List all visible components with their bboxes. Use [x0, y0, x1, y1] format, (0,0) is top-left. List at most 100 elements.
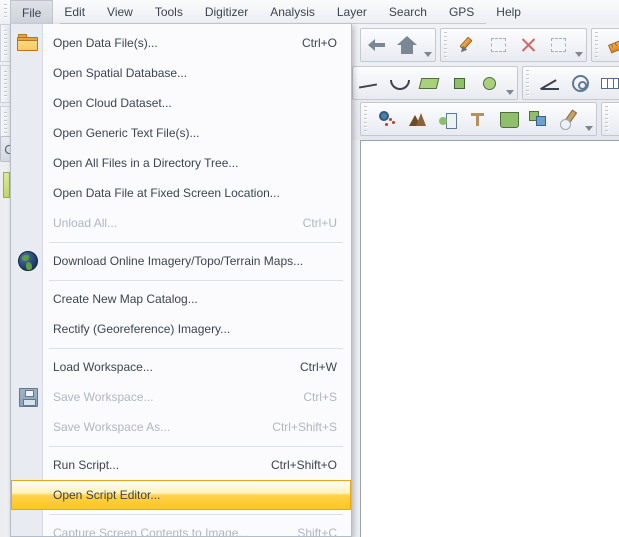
- menu-item-open-generic-text-file-s[interactable]: Open Generic Text File(s)...: [11, 118, 351, 148]
- toolbar-row-2: [352, 66, 619, 100]
- draw-circle-icon[interactable]: [474, 68, 504, 98]
- menu-item-label: Open Data File at Fixed Screen Location.…: [53, 186, 280, 200]
- menu-item-run-script[interactable]: Run Script... Ctrl+Shift+O: [11, 450, 351, 480]
- draw-curve-icon[interactable]: [384, 68, 414, 98]
- menu-item-save-workspace-as: Save Workspace As... Ctrl+Shift+S: [11, 412, 351, 442]
- globe-icon: [17, 250, 39, 272]
- folder-open-icon: [17, 32, 39, 54]
- toolbar-grip[interactable]: [605, 106, 612, 132]
- draw-polygon-icon[interactable]: [414, 68, 444, 98]
- menu-item-label: Load Workspace...: [53, 360, 153, 374]
- menu-item-rectify-georeference-imagery[interactable]: Rectify (Georeference) Imagery...: [11, 314, 351, 344]
- menu-item-save-workspace: Save Workspace... Ctrl+S: [11, 382, 351, 412]
- menu-item-label: Open Cloud Dataset...: [53, 96, 172, 110]
- menu-item-shortcut: Ctrl+Shift+S: [272, 420, 337, 434]
- menu-digitizer[interactable]: Digitizer: [194, 0, 259, 24]
- menu-item-label: Open Data File(s)...: [53, 36, 158, 50]
- toolbar-row-1: [360, 28, 619, 62]
- pencil-edit-icon[interactable]: [453, 30, 483, 60]
- menu-item-open-cloud-dataset[interactable]: Open Cloud Dataset...: [11, 88, 351, 118]
- building-icon[interactable]: [433, 104, 463, 134]
- menu-separator: [11, 276, 351, 284]
- menu-item-label: Unload All...: [53, 216, 118, 230]
- floppy-disk-icon: [17, 386, 39, 408]
- application-window: C File Edit View Tools Digitizer Analysi…: [0, 0, 619, 537]
- toolbar-group-playback: [601, 102, 619, 136]
- menu-item-open-data-file-at-fixed-screen-location[interactable]: Open Data File at Fixed Screen Location.…: [11, 178, 351, 208]
- play-marker-icon[interactable]: [614, 104, 619, 134]
- toolbar-overflow-chevron-icon[interactable]: [583, 104, 595, 134]
- menu-item-open-script-editor[interactable]: Open Script Editor...: [11, 480, 351, 510]
- menu-analysis[interactable]: Analysis: [259, 0, 326, 24]
- toolbar-group-edit: [440, 28, 587, 62]
- toolbar-overflow-chevron-icon[interactable]: [573, 30, 585, 60]
- menu-search[interactable]: Search: [378, 0, 438, 24]
- menu-item-capture-screen-contents-to-image: Capture Screen Contents to Image... Shift…: [11, 518, 351, 537]
- back-arrow-icon[interactable]: [362, 30, 392, 60]
- menu-item-download-online-imagery-topo-terrain-maps[interactable]: Download Online Imagery/Topo/Terrain Map…: [11, 246, 351, 276]
- file-menu-dropdown: Open Data File(s)... Ctrl+O Open Spatial D…: [10, 24, 352, 537]
- menu-edit[interactable]: Edit: [53, 0, 96, 24]
- terrain-icon[interactable]: [403, 104, 433, 134]
- menu-bar: File Edit View Tools Digitizer Analysis Layer S…: [0, 0, 619, 24]
- toolbar-group-navigation: [360, 28, 436, 62]
- toolbar-group-measure: [591, 28, 619, 62]
- menu-item-label: Capture Screen Contents to Image...: [53, 526, 249, 537]
- water-icon[interactable]: [493, 104, 523, 134]
- measure-ruler-icon[interactable]: [604, 30, 619, 60]
- menu-separator: [11, 442, 351, 450]
- menu-item-label: Run Script...: [53, 458, 120, 472]
- toolbar-group-geometry: [522, 66, 619, 100]
- crop-region-icon[interactable]: [543, 30, 573, 60]
- toolbar-grip[interactable]: [444, 32, 451, 58]
- menu-gps[interactable]: GPS: [438, 0, 485, 24]
- menu-file[interactable]: File: [10, 0, 54, 24]
- menu-item-shortcut: Ctrl+U: [302, 216, 337, 230]
- menu-tools[interactable]: Tools: [144, 0, 194, 24]
- menu-item-open-data-file-s[interactable]: Open Data File(s)... Ctrl+O: [11, 28, 351, 58]
- draw-line-icon[interactable]: [354, 68, 384, 98]
- toolbar-grip[interactable]: [526, 70, 533, 96]
- menu-item-label: Save Workspace As...: [53, 420, 171, 434]
- delete-x-icon[interactable]: [513, 30, 543, 60]
- map-canvas[interactable]: [360, 140, 619, 537]
- menu-item-shortcut: Ctrl+O: [301, 36, 337, 50]
- utility-icon[interactable]: [463, 104, 493, 134]
- draw-target-icon[interactable]: [565, 68, 595, 98]
- draw-rectangle-icon[interactable]: [444, 68, 474, 98]
- menu-item-label: Open Script Editor...: [53, 488, 161, 502]
- point-features-icon[interactable]: [373, 104, 403, 134]
- menu-bar-grip[interactable]: [0, 0, 10, 24]
- toolbar-overflow-chevron-icon[interactable]: [504, 68, 516, 98]
- paint-bucket-icon[interactable]: [553, 104, 583, 134]
- toolbar-row-3: [360, 102, 619, 136]
- menu-item-open-spatial-database[interactable]: Open Spatial Database...: [11, 58, 351, 88]
- menu-item-shortcut: Shift+C: [297, 526, 337, 537]
- menu-item-label: Open Generic Text File(s)...: [53, 126, 200, 140]
- menu-item-open-all-files-in-a-directory-tree[interactable]: Open All Files in a Directory Tree...: [11, 148, 351, 178]
- menu-item-create-new-map-catalog[interactable]: Create New Map Catalog...: [11, 284, 351, 314]
- menu-item-label: Download Online Imagery/Topo/Terrain Map…: [53, 254, 304, 268]
- lasso-select-icon[interactable]: [483, 30, 513, 60]
- menu-item-shortcut: Ctrl+W: [300, 360, 337, 374]
- menu-item-label: Save Workspace...: [53, 390, 154, 404]
- draw-grid-icon[interactable]: [595, 68, 619, 98]
- home-icon[interactable]: [392, 30, 422, 60]
- menu-item-label: Open Spatial Database...: [53, 66, 188, 80]
- menu-help[interactable]: Help: [485, 0, 532, 24]
- menu-separator: [11, 344, 351, 352]
- menu-view[interactable]: View: [96, 0, 144, 24]
- toolbar-grip[interactable]: [595, 32, 602, 58]
- menu-layer[interactable]: Layer: [326, 0, 378, 24]
- puzzle-icon[interactable]: [523, 104, 553, 134]
- measure-angle-icon[interactable]: [535, 68, 565, 98]
- menu-separator: [11, 510, 351, 518]
- toolbar-group-draw: [352, 66, 518, 100]
- menu-item-unload-all: Unload All... Ctrl+U: [11, 208, 351, 238]
- menu-item-load-workspace[interactable]: Load Workspace... Ctrl+W: [11, 352, 351, 382]
- toolbar-grip[interactable]: [364, 106, 371, 132]
- green-tool-indicator[interactable]: [3, 172, 10, 198]
- toolbar-overflow-chevron-icon[interactable]: [422, 30, 434, 60]
- menu-item-label: Open All Files in a Directory Tree...: [53, 156, 239, 170]
- menu-item-label: Rectify (Georeference) Imagery...: [53, 322, 231, 336]
